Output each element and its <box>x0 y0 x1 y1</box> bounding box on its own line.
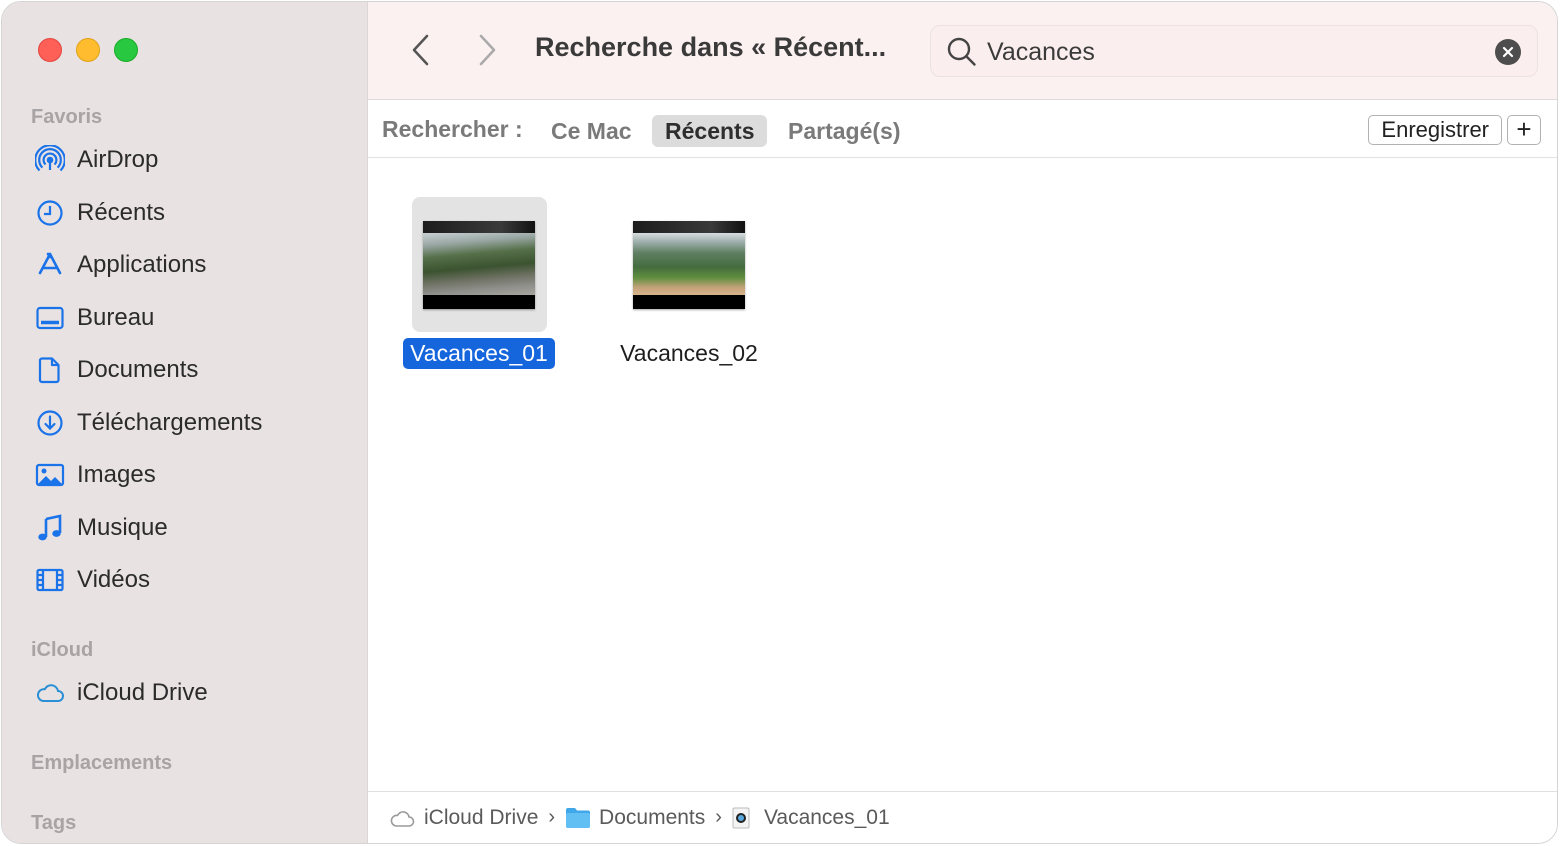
search-field[interactable] <box>930 25 1538 77</box>
sidebar-item-label: Vidéos <box>77 566 150 593</box>
file-name[interactable]: Vacances_02 <box>613 338 765 369</box>
sidebar-item-airdrop[interactable]: AirDrop <box>34 140 158 180</box>
path-crumb-documents[interactable]: Documents <box>565 806 705 830</box>
scope-label: Rechercher : <box>382 116 523 142</box>
toolbar: Recherche dans « Récent... <box>368 2 1557 100</box>
sidebar-item-label: Documents <box>77 356 199 383</box>
folder-icon <box>565 807 591 829</box>
file-item[interactable]: Vacances_01 <box>394 197 564 369</box>
sidebar-item-images[interactable]: Images <box>34 455 156 495</box>
path-separator: › <box>715 806 722 828</box>
sidebar-item-label: Récents <box>77 199 166 226</box>
close-window-button[interactable] <box>38 38 62 62</box>
sidebar-item-label: Images <box>77 461 156 488</box>
sidebar-item-label: AirDrop <box>77 146 159 173</box>
close-icon <box>1502 46 1514 58</box>
cloud-icon <box>34 677 66 709</box>
search-icon <box>945 35 979 74</box>
search-input[interactable] <box>987 34 1467 70</box>
download-icon <box>34 407 66 439</box>
path-crumb-label: Documents <box>599 805 706 829</box>
chevron-right-icon <box>479 34 496 66</box>
document-icon <box>34 354 66 386</box>
path-crumb-label: Vacances_01 <box>763 805 890 829</box>
save-search-button[interactable]: Enregistrer <box>1368 115 1502 145</box>
desktop-icon <box>34 302 66 334</box>
window-title: Recherche dans « Récent... <box>535 32 887 62</box>
add-criteria-button[interactable]: + <box>1507 115 1541 145</box>
window-controls <box>38 38 138 62</box>
forward-button[interactable] <box>470 30 504 70</box>
sidebar-item-applications[interactable]: Applications <box>34 245 206 285</box>
sidebar-item-label: Bureau <box>77 304 155 331</box>
video-file-icon <box>732 807 750 829</box>
sidebar-section-icloud: iCloud <box>31 639 94 661</box>
scope-recents[interactable]: Récents <box>652 115 768 147</box>
sidebar-section-favoris: Favoris <box>31 106 103 128</box>
video-thumbnail <box>423 220 535 309</box>
sidebar-item-bureau[interactable]: Bureau <box>34 298 154 338</box>
film-icon <box>34 564 66 596</box>
file-thumbnail-frame <box>622 197 757 332</box>
sidebar-item-label: Téléchargements <box>77 409 263 436</box>
path-crumb-icloud-drive[interactable]: iCloud Drive <box>390 806 538 830</box>
minimize-window-button[interactable] <box>76 38 100 62</box>
cloud-icon <box>390 808 416 828</box>
clock-icon <box>34 197 66 229</box>
sidebar-section-tags[interactable]: Tags <box>31 812 76 835</box>
sidebar-item-icloud-drive[interactable]: iCloud Drive <box>34 673 208 713</box>
file-thumbnail-frame <box>411 197 547 332</box>
path-crumb-vacances-01[interactable]: Vacances_01 <box>732 806 890 830</box>
sidebar-item-label: iCloud Drive <box>77 679 208 706</box>
sidebar: Favoris AirDrop Récents Applications Bur… <box>2 2 368 843</box>
sidebar-item-label: Applications <box>77 251 207 278</box>
back-button[interactable] <box>404 30 438 70</box>
file-name[interactable]: Vacances_01 <box>403 338 555 369</box>
sidebar-item-musique[interactable]: Musique <box>34 508 168 548</box>
applications-icon <box>34 249 66 281</box>
sidebar-item-recents[interactable]: Récents <box>34 193 165 233</box>
sidebar-item-documents[interactable]: Documents <box>34 350 198 390</box>
finder-window: Favoris AirDrop Récents Applications Bur… <box>1 1 1558 844</box>
zoom-window-button[interactable] <box>114 38 138 62</box>
scope-partages[interactable]: Partagé(s) <box>775 115 913 147</box>
path-separator: › <box>548 806 556 828</box>
scope-ce-mac[interactable]: Ce Mac <box>538 115 645 147</box>
sidebar-item-videos[interactable]: Vidéos <box>34 560 150 600</box>
video-thumbnail <box>633 220 745 309</box>
sidebar-item-label: Musique <box>77 514 168 541</box>
clear-search-button[interactable] <box>1495 39 1521 65</box>
search-scope-bar: Rechercher : Ce Mac Récents Partagé(s) E… <box>368 100 1557 158</box>
sidebar-item-telechargements[interactable]: Téléchargements <box>34 403 262 443</box>
photo-icon <box>34 459 66 491</box>
airdrop-icon <box>34 144 66 176</box>
music-note-icon <box>34 512 66 544</box>
path-crumb-label: iCloud Drive <box>424 805 539 829</box>
chevron-left-icon <box>412 34 429 66</box>
sidebar-section-emplacements[interactable]: Emplacements <box>31 752 172 775</box>
file-item[interactable]: Vacances_02 <box>604 197 774 369</box>
path-bar: iCloud Drive › Documents › Vacances_01 <box>368 791 1557 843</box>
file-grid: Vacances_01 Vacances_02 <box>368 159 1557 791</box>
